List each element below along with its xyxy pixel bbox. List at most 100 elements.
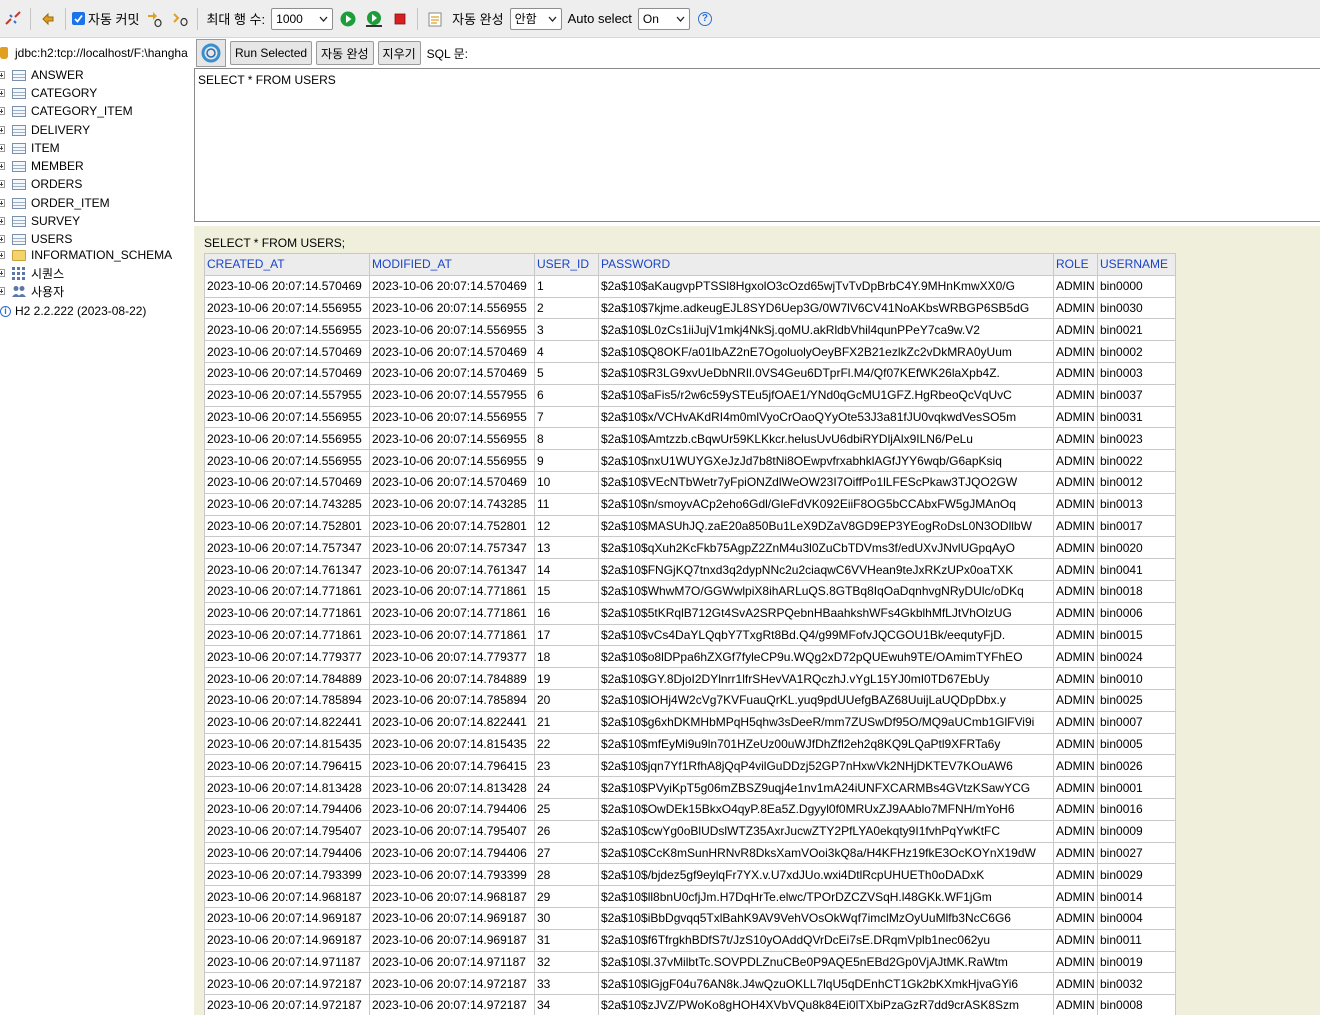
- table-cell: 2023-10-06 20:07:14.743285: [204, 492, 370, 516]
- table-cell: bin0032: [1097, 972, 1176, 996]
- result-table: CREATED_AT MODIFIED_AT USER_ID PASSWORD ROLE…: [204, 253, 1176, 1015]
- run-selected-text-button[interactable]: Run Selected: [230, 41, 313, 65]
- table-cell: ADMIN: [1053, 601, 1098, 625]
- table-cell: 2023-10-06 20:07:14.556955: [369, 296, 535, 320]
- disconnect-icon: [5, 10, 21, 25]
- table-icon: [12, 142, 26, 154]
- expand-icon[interactable]: [0, 269, 5, 277]
- run-icon: [340, 11, 356, 26]
- help-button[interactable]: ?: [694, 8, 716, 30]
- tree-item-table[interactable]: MEMBER: [0, 157, 84, 175]
- history-button[interactable]: [424, 8, 446, 30]
- run-selected-button[interactable]: [363, 8, 385, 30]
- clear-button[interactable]: 지우기: [377, 41, 421, 65]
- auto-commit-label: 자동 커밋: [88, 12, 140, 27]
- table-cell: 4: [534, 340, 599, 363]
- tree-item-label: 시퀀스: [31, 266, 65, 281]
- table-cell: bin0001: [1097, 776, 1176, 799]
- column-header[interactable]: PASSWORD: [598, 253, 1054, 276]
- table-cell: 2023-10-06 20:07:14.556955: [369, 318, 535, 342]
- expand-icon[interactable]: [0, 235, 5, 243]
- table-cell: $2a$10$Amtzzb.cBqwUr59KLKkcr.helusUvU6db…: [598, 427, 1054, 451]
- expand-icon[interactable]: [0, 144, 5, 152]
- autocomplete-select[interactable]: 안함: [509, 7, 562, 30]
- table-cell: 2023-10-06 20:07:14.784889: [204, 667, 370, 690]
- column-header[interactable]: MODIFIED_AT: [369, 253, 535, 276]
- table-cell: ADMIN: [1053, 819, 1098, 843]
- refresh-autocomplete-button[interactable]: [196, 39, 226, 67]
- auto-complete-button[interactable]: 자동 완성: [316, 41, 374, 65]
- run-button[interactable]: [337, 8, 359, 30]
- table-cell: 2023-10-06 20:07:14.813428: [204, 776, 370, 799]
- commit-button[interactable]: [143, 8, 165, 30]
- table-cell: ADMIN: [1053, 688, 1098, 712]
- expand-icon[interactable]: [0, 89, 5, 97]
- autocomplete-value: 안함: [514, 12, 537, 26]
- disconnect-button[interactable]: [2, 8, 24, 30]
- sql-editor[interactable]: SELECT * FROM USERS: [194, 68, 1320, 222]
- table-cell: bin0002: [1097, 340, 1176, 363]
- tree-item-users-node[interactable]: 사용자: [0, 282, 64, 300]
- rollback-button[interactable]: [169, 8, 191, 30]
- table-cell: bin0013: [1097, 492, 1176, 516]
- table-cell: $2a$10$WhwM7O/GGWwlpiX8ihARLuQS.8GTBq8Iq…: [598, 579, 1054, 603]
- table-row: 2023-10-06 20:07:14.795407 2023-10-06 20:…: [204, 819, 1176, 843]
- tree-item-table[interactable]: CATEGORY_ITEM: [0, 102, 133, 120]
- table-cell: $2a$10$PVyiKpT5g06mZBSZ9uqj4e1nv1mA24iUN…: [598, 776, 1054, 799]
- table-row: 2023-10-06 20:07:14.794406 2023-10-06 20:…: [204, 797, 1176, 821]
- tree-item-label: CATEGORY_ITEM: [31, 104, 133, 118]
- expand-icon[interactable]: [0, 126, 5, 134]
- column-header[interactable]: USERNAME: [1097, 253, 1176, 276]
- table-cell: ADMIN: [1053, 274, 1098, 298]
- tree-item-table[interactable]: ORDERS: [0, 175, 82, 193]
- column-header[interactable]: USER_ID: [534, 253, 599, 276]
- expand-icon[interactable]: [0, 199, 5, 207]
- stop-button[interactable]: [389, 8, 411, 30]
- expand-icon[interactable]: [0, 180, 5, 188]
- tree-item-table[interactable]: CATEGORY: [0, 84, 97, 102]
- table-row: 2023-10-06 20:07:14.793399 2023-10-06 20:…: [204, 863, 1176, 887]
- tree-item-table[interactable]: ANSWER: [0, 66, 84, 84]
- expand-icon[interactable]: [0, 107, 5, 115]
- tree-item-table[interactable]: ITEM: [0, 139, 60, 157]
- tree-item-table[interactable]: DELIVERY: [0, 121, 90, 139]
- table-cell: bin0023: [1097, 427, 1176, 451]
- expand-icon[interactable]: [0, 217, 5, 225]
- column-header[interactable]: CREATED_AT: [204, 253, 370, 276]
- table-cell: 2023-10-06 20:07:14.570469: [369, 470, 535, 494]
- column-header[interactable]: ROLE: [1053, 253, 1098, 276]
- auto-select-label: Auto select: [567, 11, 632, 26]
- table-cell: 2023-10-06 20:07:14.570469: [204, 340, 370, 363]
- table-cell: $2a$10$7kjme.adkeugEJL8SYD6Uep3G/0W7lV6C…: [598, 296, 1054, 320]
- expand-icon[interactable]: [0, 251, 5, 259]
- table-cell: bin0010: [1097, 667, 1176, 690]
- table-cell: 14: [534, 558, 599, 581]
- expand-icon[interactable]: [0, 71, 5, 79]
- table-cell: ADMIN: [1053, 536, 1098, 560]
- table-cell: 2023-10-06 20:07:14.771861: [369, 579, 535, 603]
- table-cell: 28: [534, 863, 599, 887]
- table-cell: ADMIN: [1053, 906, 1098, 930]
- expand-icon[interactable]: [0, 162, 5, 170]
- expand-icon[interactable]: [0, 287, 5, 295]
- table-cell: bin0004: [1097, 906, 1176, 930]
- table-cell: 13: [534, 536, 599, 560]
- max-rows-select[interactable]: 1000: [271, 7, 334, 30]
- tree-item-table[interactable]: ORDER_ITEM: [0, 194, 110, 212]
- table-cell: bin0019: [1097, 950, 1176, 974]
- tree-item-label: DELIVERY: [31, 123, 91, 137]
- tree-item-table[interactable]: SURVEY: [0, 212, 80, 230]
- tree-connection[interactable]: jdbc:h2:tcp://localhost/F:\hangha: [0, 44, 188, 62]
- refresh-button[interactable]: [37, 8, 59, 30]
- table-cell: 2023-10-06 20:07:14.556955: [204, 296, 370, 320]
- folder-icon: [12, 249, 26, 261]
- table-cell: ADMIN: [1053, 863, 1098, 887]
- table-cell: ADMIN: [1053, 667, 1098, 690]
- table-cell: 2023-10-06 20:07:14.969187: [204, 928, 370, 952]
- table-cell: bin0018: [1097, 579, 1176, 603]
- auto-commit-toggle[interactable]: 자동 커밋: [72, 9, 139, 28]
- auto-select-select[interactable]: On: [637, 7, 690, 30]
- tree-item-sequences[interactable]: 시퀀스: [0, 264, 64, 282]
- table-cell: $2a$10$x/VCHvAKdRI4m0mlVyoCrOaoQYyOte53J…: [598, 405, 1054, 429]
- tree-item-information-schema[interactable]: INFORMATION_SCHEMA: [0, 246, 172, 264]
